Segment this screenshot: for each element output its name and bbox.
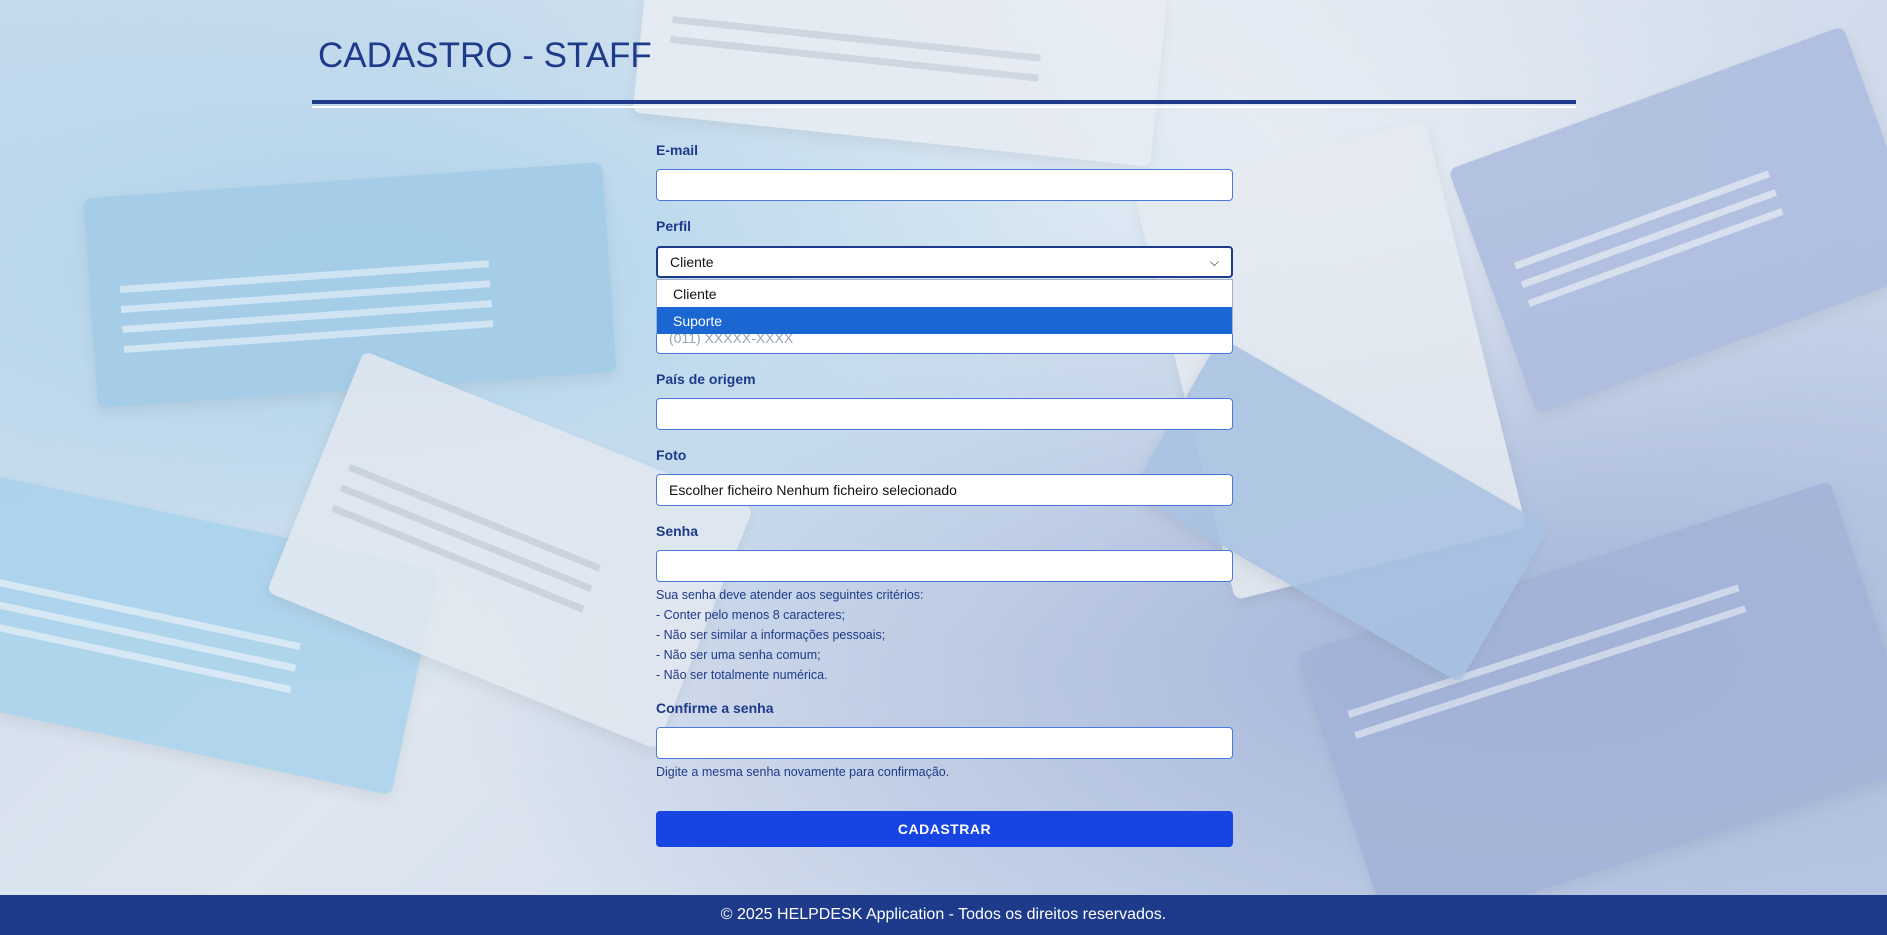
password-criterion: - Não ser similar a informações pessoais… <box>656 628 886 642</box>
background-overlay <box>0 0 1887 935</box>
pais-field[interactable] <box>656 398 1233 430</box>
chevron-down-icon: ⌵ <box>1209 254 1219 269</box>
confirm-label: Confirme a senha <box>656 700 774 716</box>
file-status: Nenhum ficheiro selecionado <box>776 482 957 498</box>
pais-label: País de origem <box>656 371 756 387</box>
foto-label: Foto <box>656 447 687 463</box>
title-divider <box>312 100 1576 104</box>
perfil-label: Perfil <box>656 218 692 234</box>
perfil-option-suporte[interactable]: Suporte <box>657 307 1232 334</box>
cadastrar-button[interactable]: CADASTRAR <box>656 811 1233 847</box>
senha-field[interactable] <box>656 550 1233 582</box>
email-label: E-mail <box>656 142 699 158</box>
choose-file-button[interactable]: Escolher ficheiro <box>669 482 773 498</box>
password-criterion: - Não ser totalmente numérica. <box>656 668 828 682</box>
senha-label: Senha <box>656 523 699 539</box>
footer-copyright: © 2025 HELPDESK Application - Todos os d… <box>720 906 1167 923</box>
password-criterion: - Não ser uma senha comum; <box>656 648 821 662</box>
background-image <box>0 0 1887 935</box>
confirm-hint: Digite a mesma senha novamente para conf… <box>656 765 950 779</box>
page-title: CADASTRO - STAFF <box>318 36 652 75</box>
perfil-selected-value: Cliente <box>670 254 714 270</box>
email-field[interactable] <box>656 169 1233 201</box>
password-criterion: - Conter pelo menos 8 caracteres; <box>656 608 845 622</box>
perfil-option-cliente[interactable]: Cliente <box>657 280 1232 307</box>
password-criteria-intro: Sua senha deve atender aos seguintes cri… <box>656 588 924 602</box>
password-criteria: Sua senha deve atender aos seguintes cri… <box>656 585 924 685</box>
foto-file-input[interactable]: Escolher ficheiro Nenhum ficheiro seleci… <box>656 474 1233 506</box>
confirm-password-field[interactable] <box>656 727 1233 759</box>
perfil-dropdown-list: Cliente Suporte <box>656 279 1233 334</box>
title-divider-highlight <box>312 106 1576 108</box>
footer: © 2025 HELPDESK Application - Todos os d… <box>0 895 1887 935</box>
perfil-select[interactable]: Cliente ⌵ <box>656 246 1233 278</box>
